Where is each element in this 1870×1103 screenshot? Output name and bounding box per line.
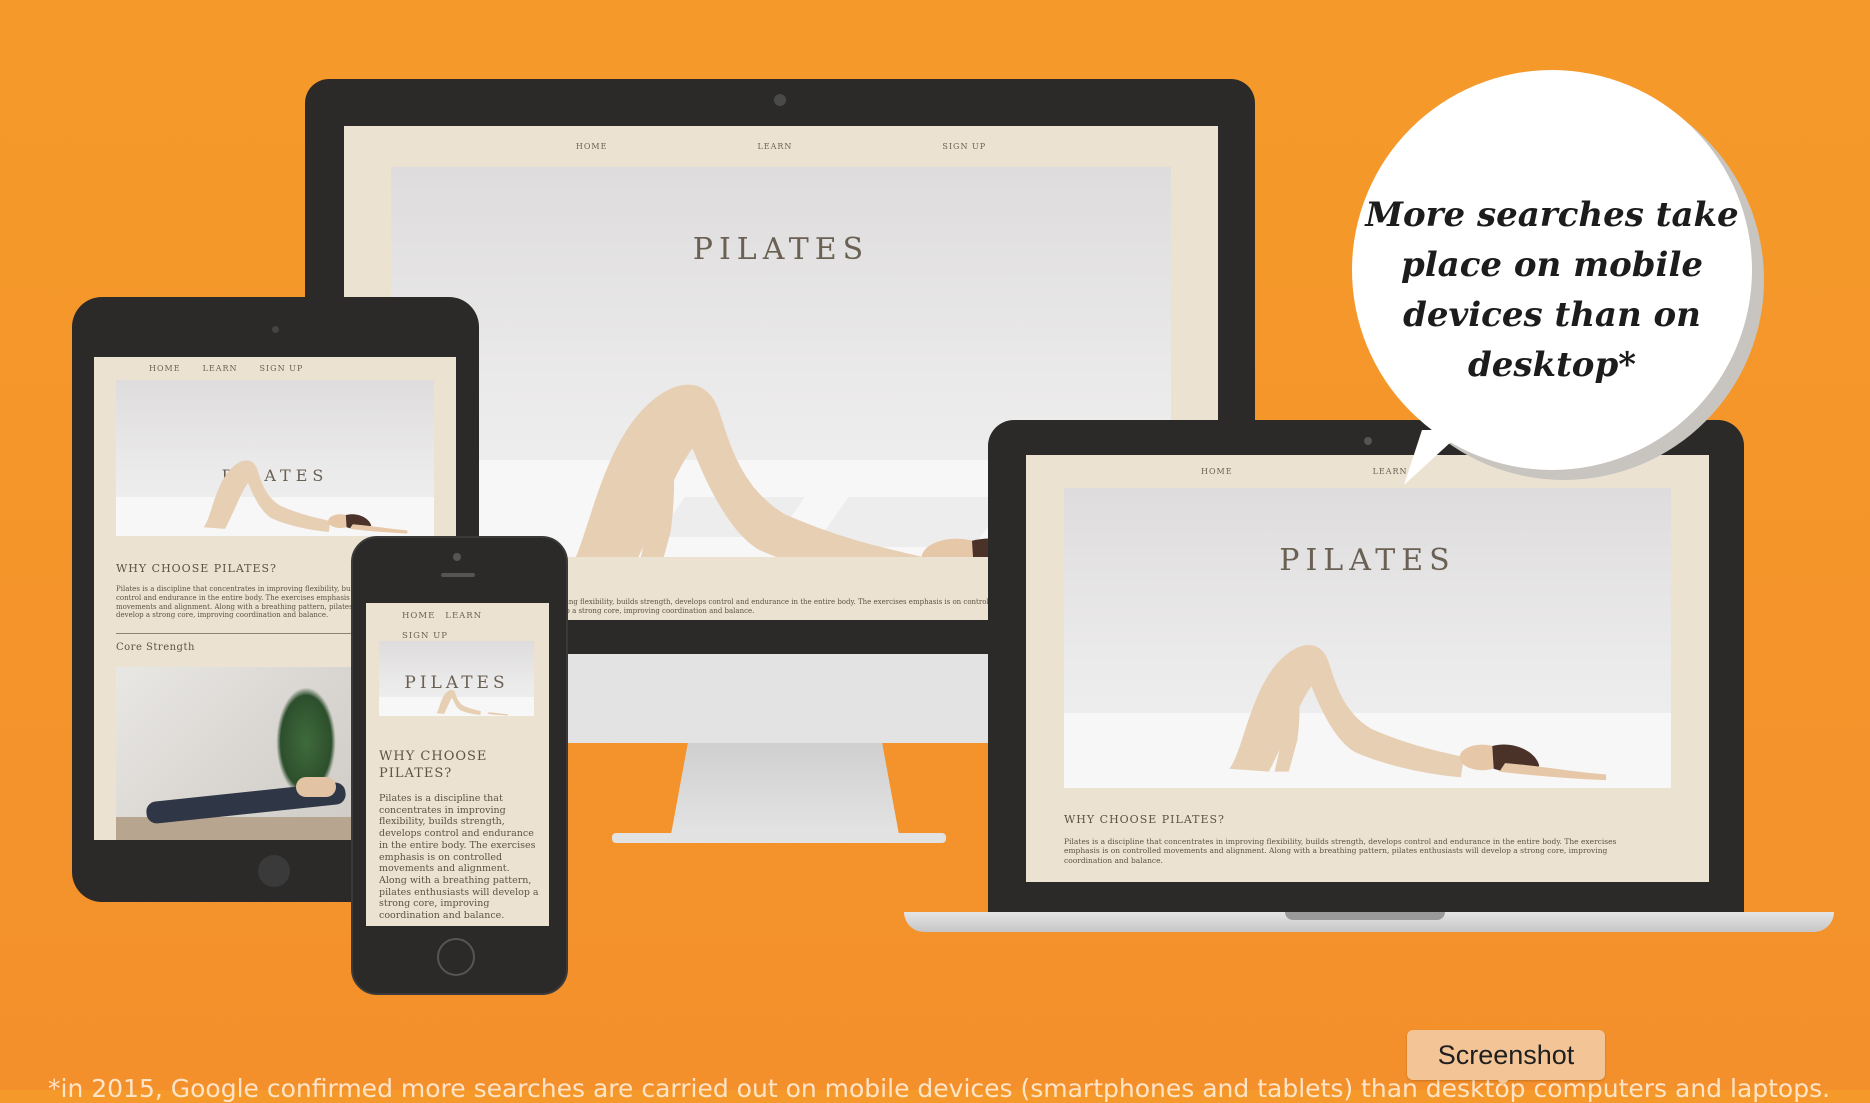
nav-learn[interactable]: LEARN	[203, 364, 238, 373]
hero-title: PILATES	[692, 232, 870, 267]
pilates-figure	[436, 689, 508, 716]
nav-home[interactable]: HOME	[149, 364, 181, 373]
nav-learn[interactable]: LEARN	[445, 611, 482, 621]
nav-learn[interactable]: LEARN	[757, 142, 792, 151]
hero-title: PILATES	[1279, 543, 1456, 578]
nav-home[interactable]: HOME	[576, 142, 608, 151]
nav-home[interactable]: HOME	[1201, 467, 1233, 476]
screenshot-tooltip: Screenshot	[1407, 1030, 1605, 1080]
nav-signup[interactable]: SIGN UP	[402, 631, 448, 641]
laptop-why-heading: WHY CHOOSE PILATES?	[1064, 813, 1225, 826]
tablet-why-heading: WHY CHOOSE PILATES?	[116, 562, 277, 575]
desktop-nav: HOME LEARN SIGN UP	[344, 142, 1218, 151]
tablet-camera	[272, 326, 279, 333]
phone-camera	[453, 553, 461, 561]
phone-why-heading: WHY CHOOSE PILATES?	[379, 749, 488, 781]
laptop-hero-image: PILATES	[1064, 488, 1671, 788]
laptop-camera	[1364, 437, 1372, 445]
pilates-figure	[1229, 645, 1607, 781]
monitor-stand	[670, 740, 900, 840]
nav-home[interactable]: HOME	[402, 611, 435, 621]
speech-bubble-text: More searches take place on mobile devic…	[1365, 195, 1739, 385]
tablet-home-button[interactable]	[258, 855, 290, 887]
monitor-base	[612, 833, 946, 843]
laptop-notch	[1285, 912, 1445, 920]
monitor-camera	[774, 94, 786, 106]
pilates-figure	[203, 460, 408, 534]
nav-learn[interactable]: LEARN	[1373, 467, 1408, 476]
phone-screen: HOME LEARN SIGN UP PILATES WHY CHOOSE PI…	[366, 603, 549, 926]
nav-signup[interactable]: SIGN UP	[942, 142, 986, 151]
nav-signup[interactable]: SIGN UP	[260, 364, 304, 373]
laptop-why-text: Pilates is a discipline that concentrate…	[1064, 837, 1617, 865]
phone-home-button[interactable]	[437, 938, 475, 976]
phone-why-text: Pilates is a discipline that concentrate…	[379, 793, 539, 922]
tablet-nav: HOME LEARN SIGN UP	[94, 364, 456, 373]
tablet-core-heading: Core Strength	[116, 642, 195, 653]
phone-hero-image: PILATES	[379, 641, 534, 716]
laptop-nav: HOME LEARN SIGN UP	[1026, 467, 1709, 476]
laptop-screen: HOME LEARN SIGN UP PILATES WHY CHOOSE PI…	[1026, 455, 1709, 882]
phone-nav: HOME LEARN SIGN UP	[366, 611, 512, 641]
phone-speaker	[441, 573, 475, 577]
tablet-hero-image: PILATES	[116, 380, 434, 536]
